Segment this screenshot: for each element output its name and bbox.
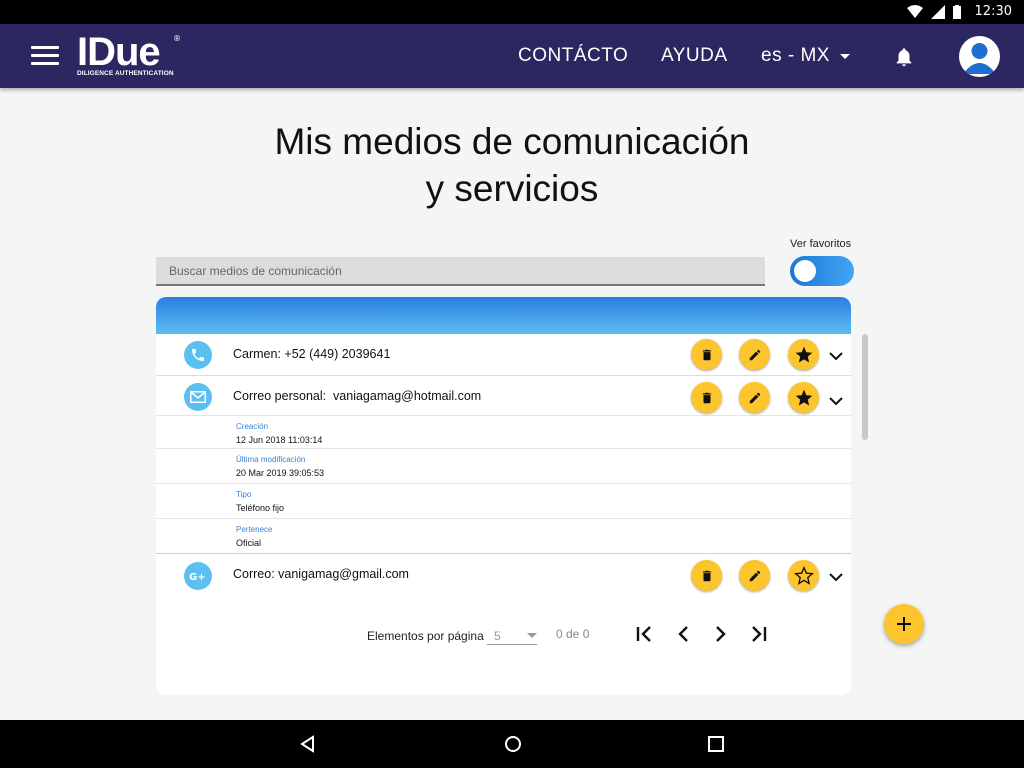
pencil-icon	[749, 349, 760, 360]
page-size-label: Elementos por página	[367, 629, 484, 643]
app-bar: IDue ® DILIGENCE AUTHENTICATION CONTÁCTO…	[0, 24, 1024, 88]
logo-subtitle: DILIGENCE AUTHENTICATION	[77, 70, 174, 77]
phone-icon	[184, 341, 212, 369]
search-input[interactable]	[156, 257, 765, 286]
next-page-icon[interactable]	[709, 623, 731, 645]
edit-button[interactable]	[739, 339, 770, 370]
detail-key: Última modificación	[236, 455, 306, 464]
detail-value: 20 Mar 2019 39:05:53	[236, 468, 325, 478]
star-filled-icon	[795, 389, 812, 405]
caret-down-icon	[527, 633, 537, 638]
user-icon	[963, 43, 996, 74]
chevron-down-icon[interactable]	[829, 351, 843, 361]
delete-button[interactable]	[691, 560, 722, 591]
edit-button[interactable]	[739, 560, 770, 591]
battery-icon	[952, 4, 961, 19]
status-icons: 12:30	[906, 4, 1012, 19]
detail-row-tipo: Tipo Teléfono fijo	[156, 484, 851, 519]
mail-icon	[184, 383, 212, 411]
item-label: Correo personal: vaniagamag@hotmail.com	[233, 389, 482, 403]
page-range: 0 de 0	[556, 627, 590, 641]
page-title-line1: Mis medios de comunicación	[274, 121, 750, 162]
trash-icon	[702, 570, 711, 581]
language-value: es - MX	[761, 45, 830, 66]
chevron-down-icon[interactable]	[829, 572, 843, 582]
detail-value: Oficial	[236, 538, 262, 548]
status-bar: 12:30	[0, 0, 1024, 24]
card-header	[156, 297, 851, 334]
logo: IDue ® DILIGENCE AUTHENTICATION	[77, 32, 187, 82]
language-select[interactable]: es - MX	[761, 45, 850, 67]
favorite-button[interactable]	[788, 560, 819, 591]
logo-text: IDue	[77, 30, 161, 74]
list-item-expanded[interactable]: Correo personal: vaniagamag@hotmail.com	[156, 376, 851, 416]
communication-list-card: Carmen: +52 (449) 2039641 Correo persona…	[156, 297, 851, 695]
trash-icon	[702, 349, 711, 360]
detail-row-creacion: Creación 12 Jun 2018 11:03:14	[156, 416, 851, 449]
page-title-line2: y servicios	[425, 168, 599, 209]
system-nav-bar	[0, 720, 1024, 768]
favorite-button[interactable]	[788, 339, 819, 370]
back-icon[interactable]	[298, 734, 318, 754]
signal-icon	[930, 4, 945, 19]
home-icon[interactable]	[503, 734, 523, 754]
paginator: Elementos por página 5 0 de 0	[156, 617, 851, 657]
list-item[interactable]: Carmen: +52 (449) 2039641	[156, 334, 851, 376]
menu-button[interactable]	[31, 46, 59, 66]
detail-key: Pertenece	[236, 525, 273, 534]
scrollbar[interactable]	[862, 334, 868, 440]
pencil-icon	[749, 392, 760, 403]
first-page-icon[interactable]	[634, 623, 656, 645]
page-size-select[interactable]: 5	[487, 623, 537, 645]
last-page-icon[interactable]	[748, 623, 770, 645]
prev-page-icon[interactable]	[673, 623, 695, 645]
delete-button[interactable]	[691, 339, 722, 370]
pencil-icon	[749, 570, 760, 581]
toggle-knob	[794, 260, 816, 282]
chevron-down-icon	[839, 53, 850, 59]
favorites-label: Ver favoritos	[790, 238, 852, 250]
google-plus-icon: G+	[184, 562, 212, 590]
bell-icon[interactable]	[893, 46, 915, 68]
detail-value: 12 Jun 2018 11:03:14	[236, 435, 323, 445]
recents-icon[interactable]	[706, 734, 726, 754]
favorites-toggle[interactable]	[790, 256, 854, 286]
nav-contacto[interactable]: CONTÁCTO	[518, 45, 628, 67]
edit-button[interactable]	[739, 382, 770, 413]
avatar[interactable]	[959, 36, 1000, 77]
page-title: Mis medios de comunicación y servicios	[0, 118, 1024, 212]
item-label: Carmen: +52 (449) 2039641	[233, 347, 391, 361]
detail-row-modificacion: Última modificación 20 Mar 2019 39:05:53	[156, 449, 851, 484]
clock: 12:30	[974, 4, 1012, 19]
wifi-icon	[906, 4, 923, 18]
trash-icon	[702, 392, 711, 403]
list-item[interactable]: G+ Correo: vanigamag@gmail.com	[156, 554, 851, 599]
logo-registered: ®	[173, 34, 181, 43]
plus-icon	[897, 617, 911, 631]
add-button[interactable]	[884, 604, 924, 644]
detail-row-pertenece: Pertenece Oficial	[156, 519, 851, 554]
page-size-value: 5	[494, 629, 501, 643]
detail-key: Creación	[236, 422, 269, 431]
chevron-down-icon[interactable]	[829, 396, 843, 406]
item-label: Correo: vanigamag@gmail.com	[233, 567, 409, 581]
star-filled-icon	[795, 346, 812, 362]
nav-ayuda[interactable]: AYUDA	[661, 45, 728, 67]
favorite-button[interactable]	[788, 382, 819, 413]
svg-text:G+: G+	[189, 572, 206, 582]
star-outline-icon	[793, 565, 814, 585]
detail-key: Tipo	[236, 490, 252, 499]
delete-button[interactable]	[691, 382, 722, 413]
detail-value: Teléfono fijo	[236, 503, 285, 513]
